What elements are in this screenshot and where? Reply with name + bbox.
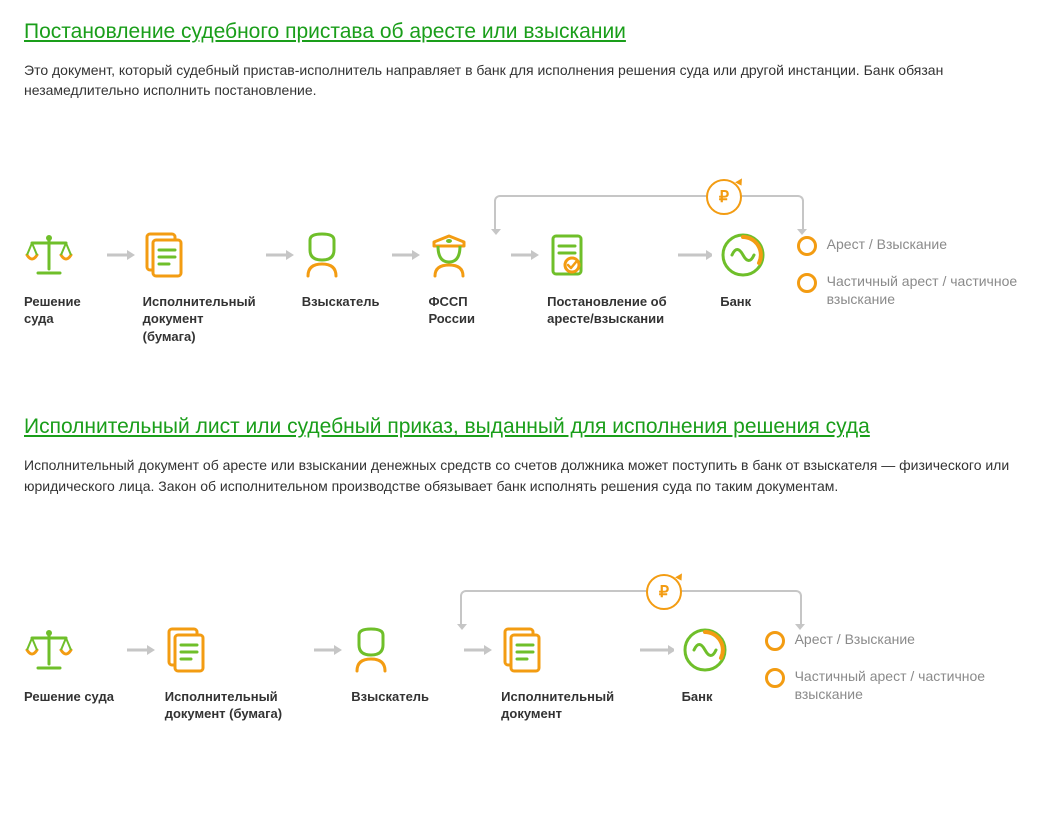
arrow-icon bbox=[460, 626, 493, 674]
step-label: Решение суда bbox=[24, 688, 114, 706]
arrow-icon bbox=[509, 231, 539, 279]
person-icon bbox=[302, 231, 342, 279]
documents-icon bbox=[143, 231, 187, 279]
arrow-icon bbox=[310, 626, 343, 674]
arrow-icon bbox=[676, 231, 712, 279]
scales-icon bbox=[24, 626, 74, 674]
step-label: ФССП России bbox=[428, 293, 501, 328]
documents-icon bbox=[501, 626, 545, 674]
officer-icon bbox=[428, 231, 470, 279]
step-label: Решение суда bbox=[24, 293, 97, 328]
scales-icon bbox=[24, 231, 74, 279]
bullet-icon bbox=[765, 668, 785, 688]
documents-icon bbox=[165, 626, 209, 674]
arrow-icon bbox=[638, 626, 674, 674]
step-label: Банк bbox=[720, 293, 751, 311]
bank-icon bbox=[682, 626, 728, 674]
step-label: Взыскатель bbox=[351, 688, 429, 706]
bullet-icon bbox=[797, 273, 817, 293]
section1-desc: Это документ, который судебный пристав-и… bbox=[24, 60, 1033, 101]
step-label: Исполнительный документ (бумага) bbox=[165, 688, 303, 723]
outcome-text: Частичный арест / частичное взыскание bbox=[795, 667, 1033, 703]
ruble-icon: ₽ bbox=[646, 574, 682, 610]
step-label: Исполнительный документ (бумага) bbox=[143, 293, 256, 346]
section2-title: Исполнительный лист или судебный приказ,… bbox=[24, 415, 1033, 439]
bullet-icon bbox=[797, 236, 817, 256]
step-label: Постановление об аресте/взыскании bbox=[547, 293, 668, 328]
document-check-icon bbox=[547, 231, 587, 279]
diagram-2: ₽ Решение суда bbox=[24, 556, 1033, 723]
ruble-icon: ₽ bbox=[706, 179, 742, 215]
outcomes: Арест / Взыскание Частичный арест / част… bbox=[797, 231, 1033, 308]
section1-title: Постановление судебного пристава об арес… bbox=[24, 20, 1033, 44]
outcome-text: Арест / Взыскание bbox=[795, 630, 915, 648]
person-icon bbox=[351, 626, 391, 674]
diagram-1: ₽ Решение суда bbox=[24, 161, 1033, 346]
outcome-text: Частичный арест / частичное взыскание bbox=[827, 272, 1033, 308]
section2-desc: Исполнительный документ об аресте или вз… bbox=[24, 455, 1033, 496]
step-label: Банк bbox=[682, 688, 713, 706]
arrow-icon bbox=[390, 231, 420, 279]
outcomes: Арест / Взыскание Частичный арест / част… bbox=[765, 626, 1033, 703]
bullet-icon bbox=[765, 631, 785, 651]
step-label: Взыскатель bbox=[302, 293, 380, 311]
arrow-icon bbox=[105, 231, 135, 279]
step-label: Исполнительный документ bbox=[501, 688, 629, 723]
arrow-icon bbox=[124, 626, 157, 674]
outcome-text: Арест / Взыскание bbox=[827, 235, 947, 253]
arrow-icon bbox=[264, 231, 294, 279]
bank-icon bbox=[720, 231, 766, 279]
